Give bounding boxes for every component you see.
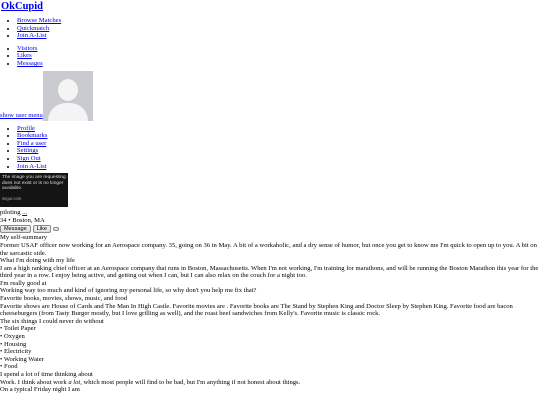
essay-self-summary: My self-summary Former USAF officer now … (0, 234, 540, 257)
avatar-head-shape (57, 78, 78, 101)
list-item: Housing (0, 341, 540, 349)
essay-heading: Favorite books, movies, shows, music, an… (0, 295, 128, 303)
essay-doing-with-life: What I'm doing with my life I am a high … (0, 257, 540, 280)
okcupid-logo[interactable]: OkCupid (1, 1, 540, 13)
join-a-list-menu-link[interactable]: Join A-List (17, 163, 47, 170)
user-menu: Profile Bookmarks Find a user Settings S… (0, 125, 540, 171)
primary-nav: Browse Matches Quickmatch Join A-List (0, 17, 540, 40)
essay-favorites: Favorite books, movies, shows, music, an… (0, 295, 540, 318)
nav-item-visitors: Visitors (17, 45, 540, 53)
essay-body: Former USAF officer now working for an A… (0, 241, 537, 257)
nav-item-browse-matches: Browse Matches (17, 17, 540, 25)
list-item: Food (0, 363, 540, 371)
missing-image-text: The image you are requesting does not ex… (2, 175, 66, 192)
avatar-body-shape (47, 102, 88, 121)
sign-out-link[interactable]: Sign Out (17, 155, 41, 162)
likes-link[interactable]: Likes (17, 52, 32, 59)
essay-body: Favorite shows are House of Cards and Th… (0, 302, 513, 318)
show-user-menu-link[interactable]: show user menu (0, 112, 43, 120)
profile-link[interactable]: Profile (17, 125, 35, 132)
user-menu-item-settings: Settings (17, 147, 540, 155)
settings-link[interactable]: Settings (17, 147, 38, 154)
essay-body: Working way too much and kind of ignorin… (0, 287, 257, 295)
user-menu-item-profile: Profile (17, 125, 540, 133)
username-row: piloting ... (0, 209, 540, 217)
quickmatch-link[interactable]: Quickmatch (17, 25, 49, 32)
essay-body-text: , which most people will find to be bad,… (80, 378, 301, 386)
essay-really-good-at: I'm really good at Working way too much … (0, 280, 540, 295)
essay-heading: On a typical Friday night I am (0, 386, 80, 394)
missing-profile-image: The image you are requesting does not ex… (0, 173, 68, 208)
join-a-list-link[interactable]: Join A-List (17, 32, 47, 39)
user-menu-item-join-a-list: Join A-List (17, 163, 540, 171)
browse-matches-link[interactable]: Browse Matches (17, 17, 61, 24)
profile-actions: Message Like (0, 225, 540, 234)
essay-heading: The six things I could never do without (0, 317, 104, 325)
secondary-nav: Visitors Likes Messages (0, 45, 540, 68)
user-menu-item-find-user: Find a user (17, 140, 540, 148)
user-menu-item-sign-out: Sign Out (17, 155, 540, 163)
essay-heading: What I'm doing with my life (0, 257, 75, 265)
list-item: Oxygen (0, 333, 540, 341)
essay-body-text: Work. I think about work (0, 378, 69, 386)
nav-item-messages: Messages (17, 60, 540, 68)
essay-friday-night: On a typical Friday night I am (0, 386, 540, 394)
list-item: Electricity (0, 348, 540, 356)
nav-item-join-a-list: Join A-List (17, 32, 540, 40)
nav-item-quickmatch: Quickmatch (17, 25, 540, 33)
message-button[interactable]: Message (0, 225, 31, 234)
essay-body-emphasis: a lot (68, 378, 81, 386)
imgur-brand-text: imgur.com (2, 195, 22, 201)
essay-heading: My self-summary (0, 234, 48, 242)
bookmarks-link[interactable]: Bookmarks (17, 132, 47, 139)
more-actions-button[interactable] (52, 227, 59, 232)
visitors-link[interactable]: Visitors (17, 45, 38, 52)
user-menu-item-bookmarks: Bookmarks (17, 132, 540, 140)
messages-link[interactable]: Messages (17, 60, 43, 67)
essay-six-things: The six things I could never do without … (0, 318, 540, 371)
username-more-link[interactable]: ... (22, 209, 27, 216)
user-avatar[interactable] (42, 70, 93, 121)
essay-thinking-about: I spend a lot of time thinking about Wor… (0, 371, 540, 386)
profile-username: piloting (0, 209, 21, 217)
like-button[interactable]: Like (32, 225, 51, 234)
list-item: Working Water (0, 356, 540, 364)
user-menu-bar: show user menu (0, 70, 540, 121)
essay-heading: I'm really good at (0, 279, 47, 287)
list-item: Toilet Paper (0, 325, 540, 333)
essay-heading: I spend a lot of time thinking about (0, 371, 93, 378)
nav-item-likes: Likes (17, 52, 540, 60)
essay-body: Work. I think about work a lot, which mo… (0, 379, 540, 387)
essay-body: I am a high ranking chief officer at an … (0, 264, 539, 280)
profile-details: 34 • Boston, MA (0, 216, 45, 224)
find-a-user-link[interactable]: Find a user (17, 140, 46, 147)
